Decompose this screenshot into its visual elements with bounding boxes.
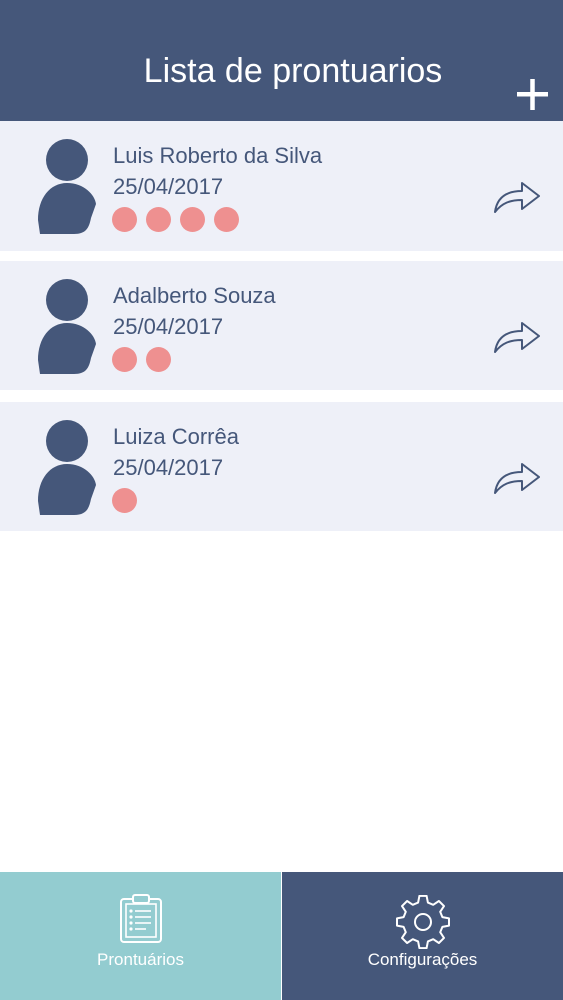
tab-prontuarios[interactable]: Prontuários xyxy=(0,872,281,1000)
priority-dot xyxy=(112,488,137,513)
priority-dot xyxy=(112,207,137,232)
record-card[interactable]: Luiza Corrêa 25/04/2017 xyxy=(0,402,563,531)
user-avatar-icon xyxy=(38,420,96,515)
app-screen: Lista de prontuarios Luis Roberto da Sil… xyxy=(0,0,563,1000)
patient-name: Luiza Corrêa xyxy=(113,424,239,449)
user-avatar-icon xyxy=(38,279,96,374)
page-title: Lista de prontuarios xyxy=(143,52,443,90)
record-date: 25/04/2017 xyxy=(113,314,224,339)
share-arrow-icon[interactable] xyxy=(492,319,542,355)
patient-name: Luis Roberto da Silva xyxy=(113,143,323,168)
user-avatar-icon xyxy=(38,139,96,234)
app-header: Lista de prontuarios xyxy=(0,0,563,121)
priority-dot xyxy=(112,347,137,372)
plus-icon xyxy=(517,79,548,110)
priority-dots xyxy=(112,488,137,514)
tab-configuracoes[interactable]: Configurações xyxy=(282,872,563,1000)
tab-label: Configurações xyxy=(367,950,478,969)
patient-name: Adalberto Souza xyxy=(113,283,276,308)
tab-label: Prontuários xyxy=(97,950,184,969)
record-card[interactable]: Adalberto Souza 25/04/2017 xyxy=(0,261,563,390)
record-date: 25/04/2017 xyxy=(113,455,224,480)
priority-dot xyxy=(180,207,205,232)
priority-dot xyxy=(146,207,171,232)
priority-dot xyxy=(146,347,171,372)
add-record-button[interactable] xyxy=(510,73,554,117)
gear-icon xyxy=(395,895,450,949)
record-card[interactable]: Luis Roberto da Silva 25/04/2017 xyxy=(0,121,563,251)
priority-dots xyxy=(112,207,239,233)
priority-dot xyxy=(214,207,239,232)
record-date: 25/04/2017 xyxy=(113,174,224,199)
share-arrow-icon[interactable] xyxy=(492,179,542,215)
priority-dots xyxy=(112,347,171,373)
bottom-tab-bar: Prontuários Configurações xyxy=(0,872,563,1000)
clipboard-icon xyxy=(119,894,162,943)
share-arrow-icon[interactable] xyxy=(492,460,542,496)
